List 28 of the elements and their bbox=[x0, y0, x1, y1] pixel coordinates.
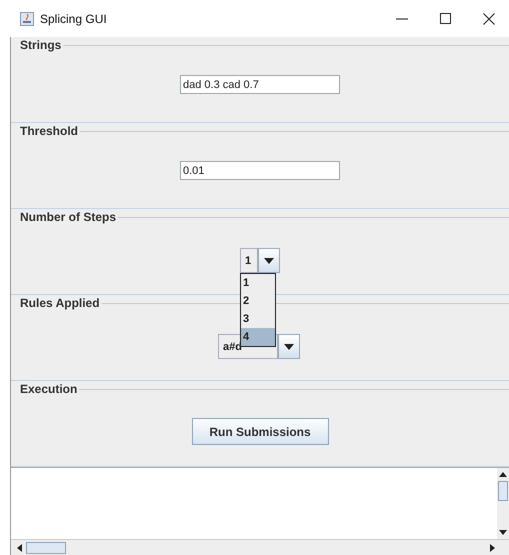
up-arrow-icon[interactable] bbox=[499, 472, 507, 477]
horizontal-scrollbar[interactable] bbox=[11, 539, 509, 555]
dropdown-option[interactable]: 4 bbox=[241, 328, 275, 346]
window-title: Splicing GUI bbox=[40, 12, 107, 26]
left-arrow-icon[interactable] bbox=[17, 544, 22, 552]
caret-icon bbox=[264, 258, 274, 264]
text-field[interactable]: dad 0.3 cad 0.7 bbox=[180, 75, 340, 94]
dropdown-button[interactable] bbox=[278, 334, 300, 359]
dropdown-button[interactable] bbox=[258, 248, 280, 273]
dropdown-option[interactable]: 3 bbox=[241, 310, 275, 328]
dropdown-option[interactable]: 1 bbox=[241, 274, 275, 292]
right-arrow-icon[interactable] bbox=[490, 544, 495, 552]
close-icon[interactable] bbox=[483, 12, 495, 24]
maximize-icon[interactable] bbox=[440, 13, 451, 24]
text-field[interactable]: 0.01 bbox=[180, 161, 340, 180]
section-title: Number of Steps bbox=[20, 210, 118, 224]
down-arrow-icon[interactable] bbox=[499, 530, 507, 535]
dropdown-option[interactable]: 2 bbox=[241, 292, 275, 310]
combo-value[interactable]: 1 bbox=[240, 248, 258, 273]
run-button[interactable]: Run Submissions bbox=[192, 418, 328, 445]
caret-icon bbox=[284, 344, 294, 350]
section-title: Execution bbox=[20, 382, 78, 396]
scroll-thumb[interactable] bbox=[498, 481, 508, 501]
section-title: Strings bbox=[20, 38, 62, 52]
section-title: Threshold bbox=[20, 124, 80, 138]
section-title: Rules Applied bbox=[20, 296, 101, 310]
app-icon bbox=[20, 12, 34, 26]
scroll-thumb[interactable] bbox=[26, 542, 66, 554]
